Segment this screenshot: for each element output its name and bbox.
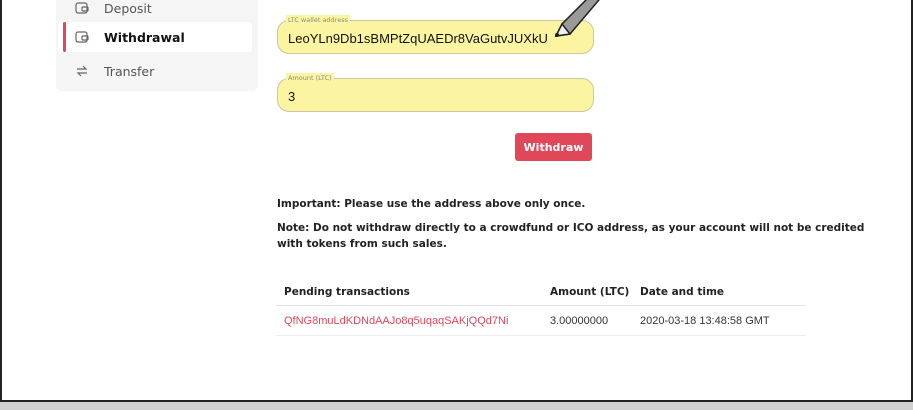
amount-input[interactable] — [288, 87, 568, 105]
sidebar-item-label: Deposit — [104, 0, 152, 16]
withdraw-button[interactable]: Withdraw — [515, 133, 592, 161]
amount-field[interactable]: Amount (LTC) — [277, 73, 594, 112]
warning-note-line1: Note: Do not withdraw directly to a crow… — [277, 222, 865, 234]
sidebar-item-transfer[interactable]: Transfer — [58, 56, 252, 86]
transaction-datetime: 2020-03-18 13:48:58 GMT — [640, 314, 770, 327]
wallet-icon — [74, 0, 90, 16]
sidebar: Deposit Withdrawal Transfer — [56, 0, 258, 91]
active-indicator — [63, 22, 66, 52]
sidebar-item-deposit[interactable]: Deposit — [58, 0, 252, 23]
field-label: Amount (LTC) — [286, 73, 334, 83]
bottom-bar — [0, 400, 913, 410]
pending-transactions-table: Pending transactions Amount (LTC) Date a… — [276, 278, 806, 336]
warning-note-line2: with tokens from such sales. — [277, 238, 447, 250]
column-header: Amount (LTC) — [550, 285, 630, 298]
pen-icon — [554, 0, 600, 37]
transaction-id-link[interactable]: QfNG8muLdKDNdAAJo8q5uqaqSAKjQQd7Ni — [284, 315, 508, 327]
column-header: Pending transactions — [284, 285, 410, 298]
sidebar-item-withdrawal[interactable]: Withdrawal — [58, 22, 252, 52]
table-row: QfNG8muLdKDNdAAJo8q5uqaqSAKjQQd7Ni 3.000… — [276, 306, 806, 336]
table-header: Pending transactions Amount (LTC) Date a… — [276, 278, 806, 306]
column-header: Date and time — [640, 285, 725, 298]
important-note: Important: Please use the address above … — [277, 198, 586, 210]
wallet-icon — [74, 29, 90, 45]
ltc-address-input[interactable] — [288, 29, 568, 47]
sidebar-item-label: Transfer — [104, 63, 155, 79]
transfer-arrows-icon — [74, 63, 90, 79]
transaction-amount: 3.00000000 — [550, 314, 609, 327]
field-label: LTC wallet address — [286, 15, 350, 25]
sidebar-item-label: Withdrawal — [104, 29, 185, 45]
